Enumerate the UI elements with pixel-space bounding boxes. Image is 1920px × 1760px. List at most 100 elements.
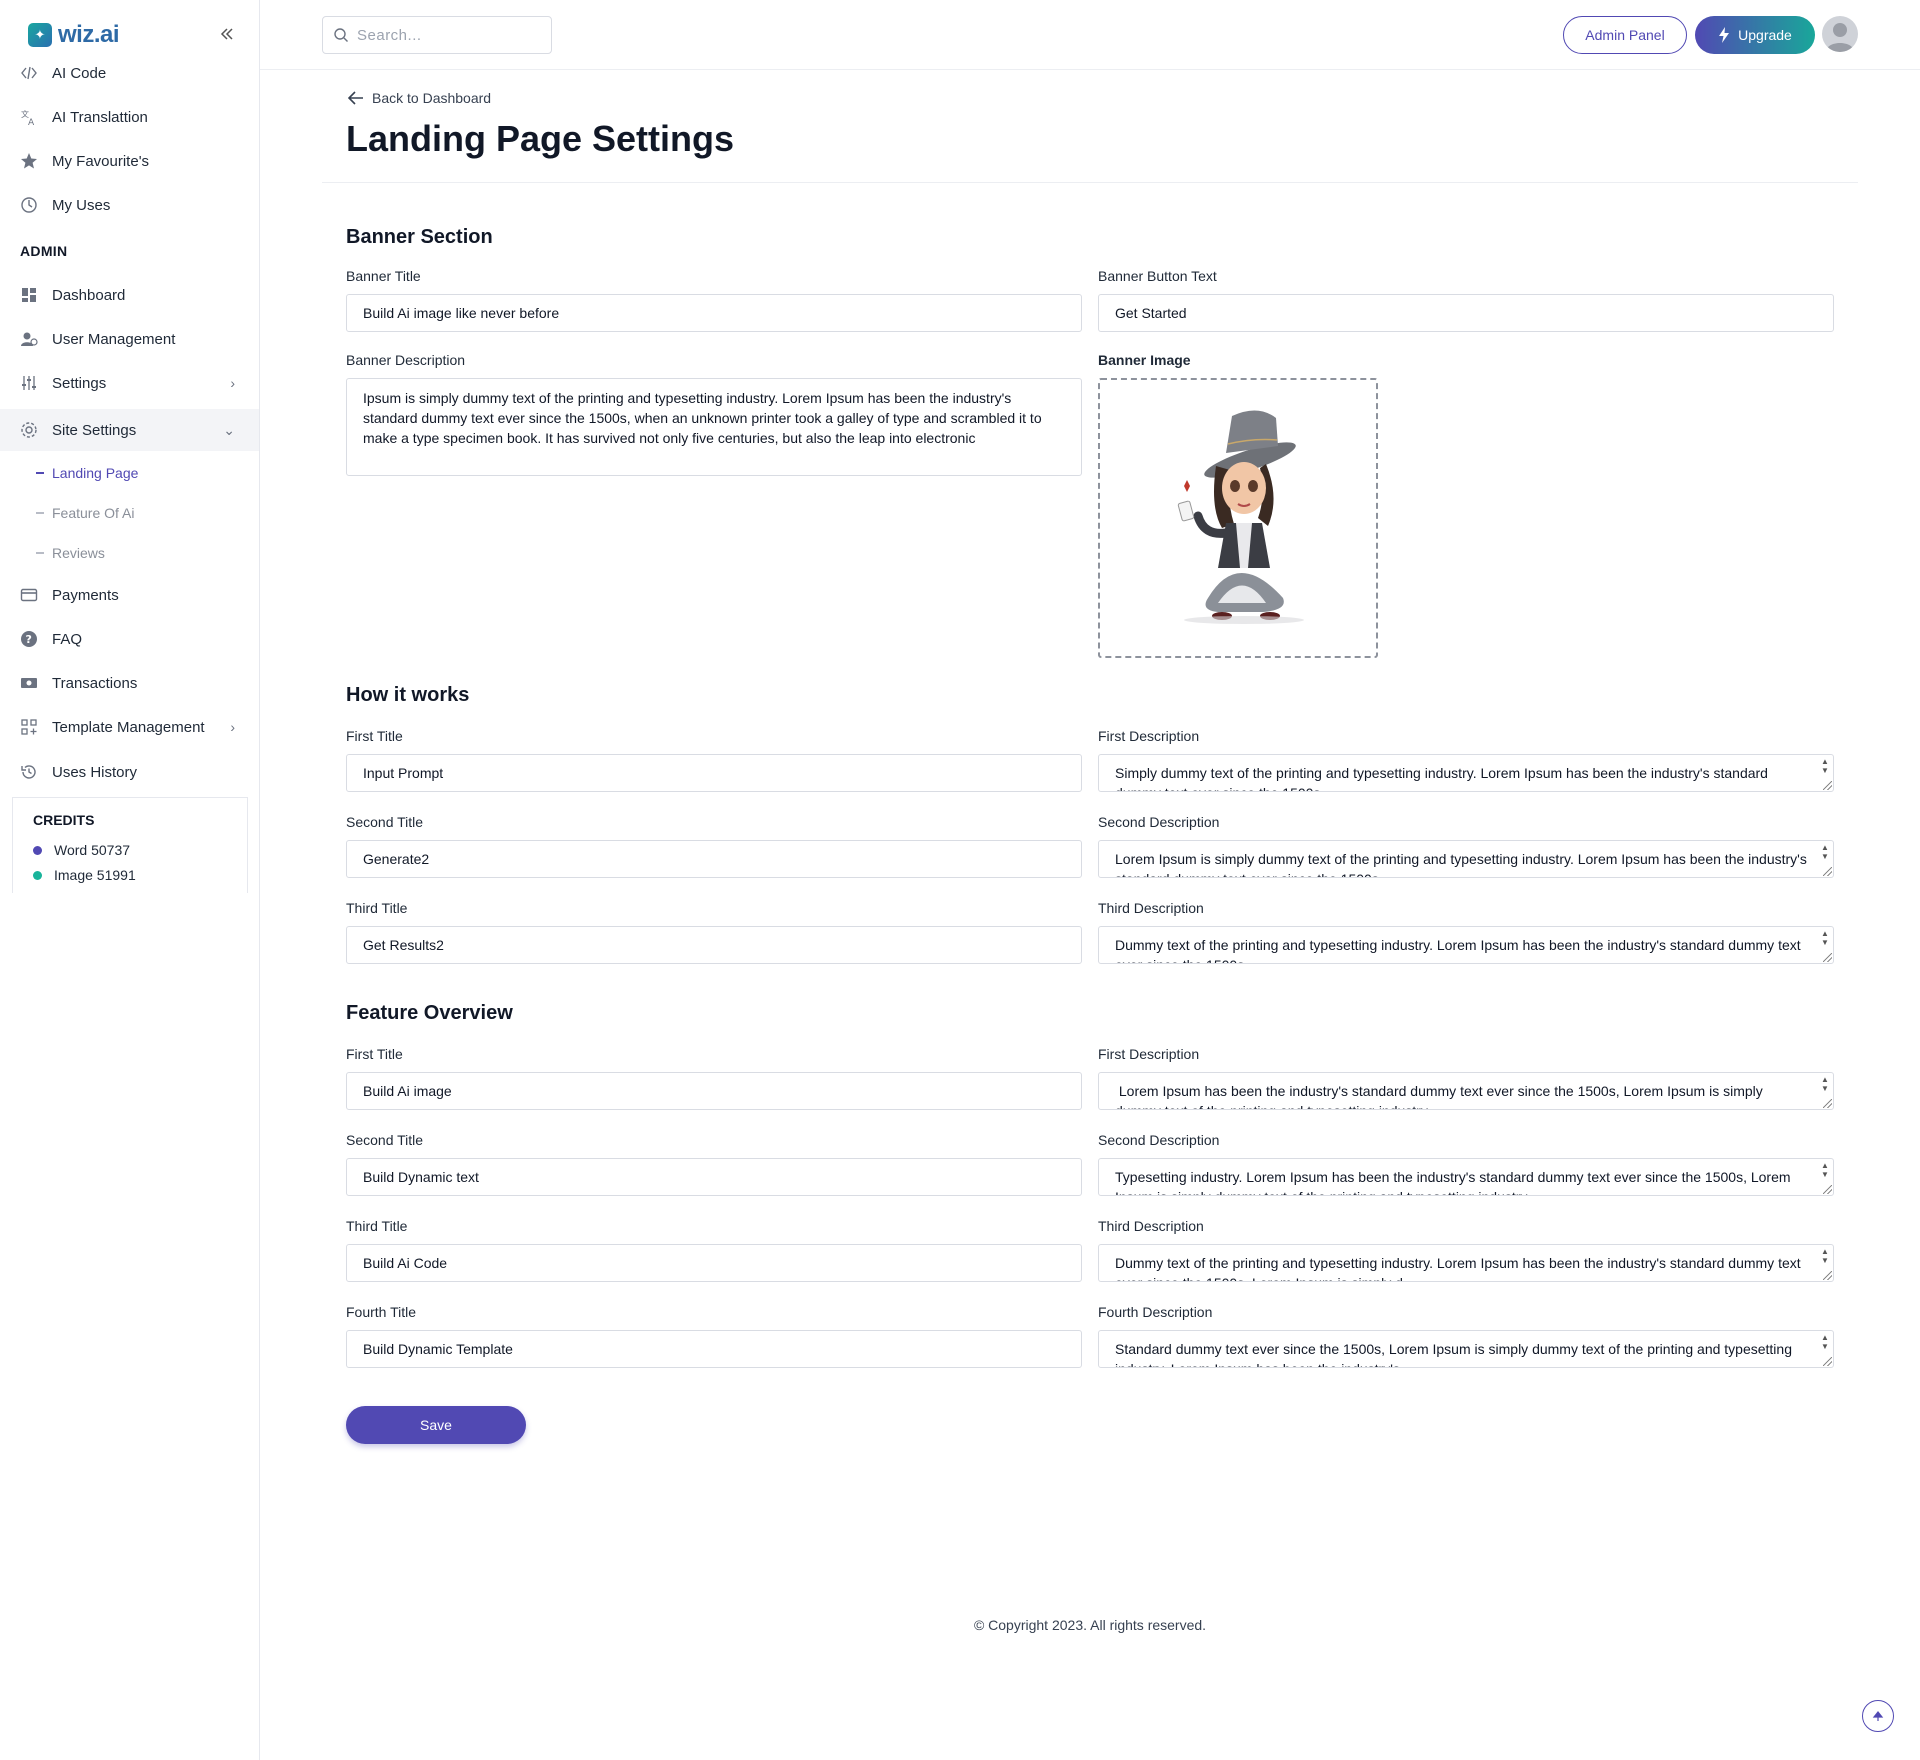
banner-image-upload[interactable] [1098, 378, 1378, 658]
double-chevron-left-icon [220, 28, 233, 40]
banner-description-label: Banner Description [346, 352, 466, 368]
sidebar-item-user-management[interactable]: User Management [0, 319, 259, 359]
sidebar-subitem-feature-of-ai[interactable]: Feature Of Ai [36, 498, 134, 528]
sidebar-subitem-landing-page[interactable]: Landing Page [36, 458, 138, 488]
fo-third-description-wrap: Dummy text of the printing and typesetti… [1098, 1244, 1834, 1282]
credits-panel: CREDITS Word 50737 Image 51991 [12, 797, 248, 893]
resize-handle-icon[interactable] [1823, 1099, 1832, 1108]
fo-fourth-description-textarea[interactable]: Standard dummy text ever since the 1500s… [1098, 1330, 1834, 1368]
sidebar-item-label: AI Translattion [52, 108, 148, 126]
fo-first-description-label: First Description [1098, 1046, 1200, 1062]
scroll-arrows-icon[interactable]: ▲ ▼ [1820, 929, 1830, 947]
resize-handle-icon[interactable] [1823, 1357, 1832, 1366]
sidebar-item-label: Dashboard [52, 286, 126, 304]
hiw-second-title-input[interactable] [346, 840, 1082, 878]
hiw-second-description-textarea[interactable]: Lorem Ipsum is simply dummy text of the … [1098, 840, 1834, 878]
search-box[interactable] [322, 16, 552, 54]
chevron-right-icon: › [230, 719, 235, 735]
scroll-arrows-icon[interactable]: ▲ ▼ [1820, 1333, 1830, 1351]
back-to-dashboard-link[interactable]: Back to Dashboard [348, 90, 491, 106]
avatar[interactable] [1822, 16, 1858, 52]
resize-handle-icon[interactable] [1823, 781, 1832, 790]
scroll-arrows-icon[interactable]: ▲ ▼ [1820, 1247, 1830, 1265]
hiw-first-description-textarea[interactable]: Simply dummy text of the printing and ty… [1098, 754, 1834, 792]
sidebar-item-ai-translation[interactable]: 文A AI Translattion [0, 97, 259, 137]
hiw-third-description-textarea[interactable]: Dummy text of the printing and typesetti… [1098, 926, 1834, 964]
arrow-up-icon [1872, 1711, 1884, 1721]
resize-handle-icon[interactable] [1823, 867, 1832, 876]
fo-third-description-textarea[interactable]: Dummy text of the printing and typesetti… [1098, 1244, 1834, 1282]
fo-fourth-description-wrap: Standard dummy text ever since the 1500s… [1098, 1330, 1834, 1368]
admin-panel-button[interactable]: Admin Panel [1563, 16, 1687, 54]
fo-fourth-title-label: Fourth Title [346, 1304, 417, 1320]
scroll-arrows-icon[interactable]: ▲ ▼ [1820, 843, 1830, 861]
brand-name: wiz.ai [58, 21, 120, 48]
feature-overview-title: Feature Overview [346, 1002, 513, 1024]
fo-fourth-description-label: Fourth Description [1098, 1304, 1213, 1320]
dash-icon [36, 512, 44, 514]
search-icon [334, 28, 348, 42]
fo-second-description-textarea[interactable]: Typesetting industry. Lorem Ipsum has be… [1098, 1158, 1834, 1196]
subitem-label: Feature Of Ai [52, 505, 135, 521]
banner-button-text-input[interactable] [1098, 294, 1834, 332]
admin-heading: ADMIN [20, 243, 68, 259]
hiw-third-title-input[interactable] [346, 926, 1082, 964]
page-title: Landing Page Settings [346, 118, 735, 159]
sidebar-item-label: FAQ [52, 630, 83, 648]
word-dot-icon [33, 845, 42, 855]
users-icon [20, 330, 38, 348]
dash-icon [36, 552, 44, 554]
sidebar-item-my-favourites[interactable]: My Favourite's [0, 141, 259, 181]
hiw-third-title-label: Third Title [346, 900, 408, 916]
fo-second-title-label: Second Title [346, 1132, 424, 1148]
history-icon [20, 763, 38, 781]
sidebar-item-site-settings[interactable]: Site Settings ⌄ [0, 409, 259, 451]
sidebar-item-transactions[interactable]: Transactions [0, 663, 259, 703]
sidebar-item-faq[interactable]: ? FAQ [0, 619, 259, 659]
sidebar-item-my-uses[interactable]: My Uses [0, 185, 259, 225]
svg-text:?: ? [26, 633, 32, 646]
sidebar-item-payments[interactable]: Payments [0, 575, 259, 615]
fo-fourth-title-input[interactable] [346, 1330, 1082, 1368]
resize-handle-icon[interactable] [1823, 953, 1832, 962]
sidebar-item-ai-code[interactable]: AI Code [0, 53, 259, 93]
chevron-down-icon: ⌄ [223, 421, 235, 438]
hiw-first-title-input[interactable] [346, 754, 1082, 792]
back-label: Back to Dashboard [372, 90, 492, 106]
topbar: Admin Panel Upgrade [260, 0, 1920, 70]
svg-text:A: A [28, 118, 35, 126]
scroll-arrows-icon[interactable]: ▲ ▼ [1820, 1075, 1830, 1093]
fo-third-title-input[interactable] [346, 1244, 1082, 1282]
hiw-first-title-label: First Title [346, 728, 403, 744]
sidebar-item-settings[interactable]: Settings › [0, 363, 259, 403]
title-divider [322, 182, 1858, 183]
hiw-first-description-label: First Description [1098, 728, 1200, 744]
scroll-to-top-button[interactable] [1862, 1700, 1894, 1732]
fo-first-title-input[interactable] [346, 1072, 1082, 1110]
sidebar-subitem-reviews[interactable]: Reviews [36, 538, 105, 568]
collapse-sidebar-button[interactable] [216, 22, 238, 46]
fo-first-description-textarea[interactable]: Lorem Ipsum has been the industry's stan… [1098, 1072, 1834, 1110]
resize-handle-icon[interactable] [1823, 1185, 1832, 1194]
save-button[interactable]: Save [346, 1406, 526, 1444]
banner-title-input[interactable] [346, 294, 1082, 332]
scroll-arrows-icon[interactable]: ▲ ▼ [1820, 757, 1830, 775]
banner-section-title: Banner Section [346, 226, 493, 248]
fo-second-title-input[interactable] [346, 1158, 1082, 1196]
banner-description-textarea[interactable]: Ipsum is simply dummy text of the printi… [346, 378, 1082, 476]
subitem-label: Reviews [52, 545, 105, 561]
sidebar-item-template-management[interactable]: Template Management › [0, 707, 259, 747]
sidebar-item-label: User Management [52, 330, 176, 348]
sidebar-item-uses-history[interactable]: Uses History [0, 752, 259, 792]
scroll-arrows-icon[interactable]: ▲ ▼ [1820, 1161, 1830, 1179]
dashboard-icon [20, 286, 38, 304]
sidebar-item-dashboard[interactable]: Dashboard [0, 275, 259, 315]
upgrade-button[interactable]: Upgrade [1695, 16, 1815, 54]
resize-handle-icon[interactable] [1823, 1271, 1832, 1280]
search-input[interactable] [357, 26, 537, 44]
clock-icon [20, 196, 38, 214]
hiw-second-description-label: Second Description [1098, 814, 1220, 830]
fo-first-description-wrap: Lorem Ipsum has been the industry's stan… [1098, 1072, 1834, 1110]
fo-third-title-label: Third Title [346, 1218, 408, 1234]
brand-logo[interactable]: ✦ wiz.ai [28, 20, 120, 50]
